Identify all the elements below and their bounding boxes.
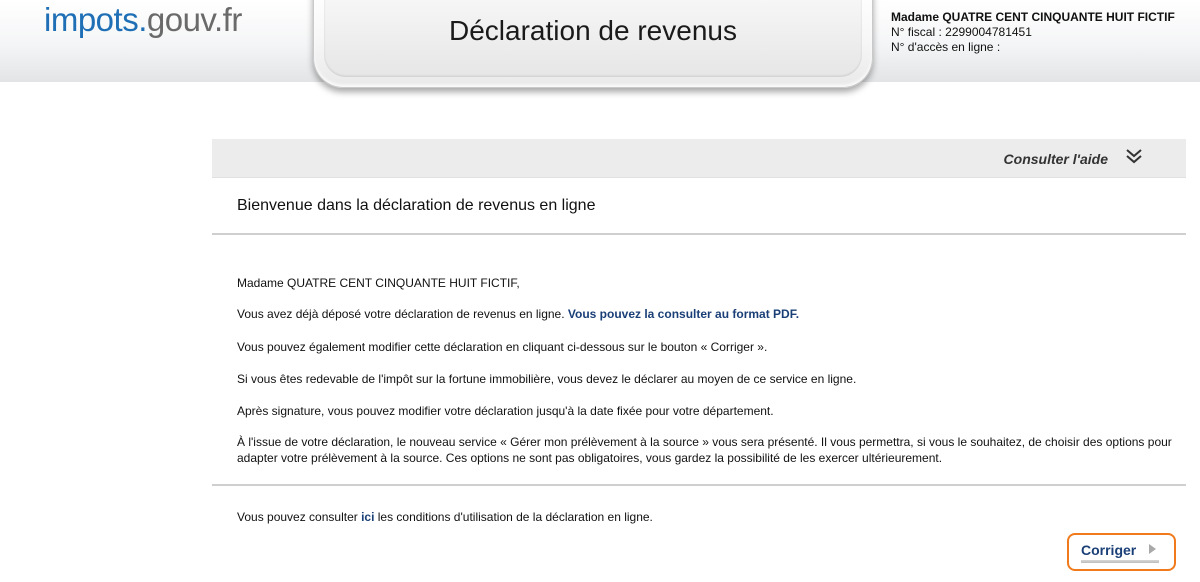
corriger-button[interactable]: Corriger	[1081, 542, 1136, 558]
help-link[interactable]: Consulter l'aide	[1004, 151, 1108, 167]
paragraph-conditions: Vous pouvez consulter ici les conditions…	[237, 509, 1197, 525]
user-info: Madame QUATRE CENT CINQUANTE HUIT FICTIF…	[891, 10, 1175, 55]
greeting-text: Madame QUATRE CENT CINQUANTE HUIT FICTIF…	[237, 276, 520, 290]
corriger-button-focus-ring: Corriger	[1067, 533, 1176, 571]
paragraph-ifi: Si vous êtes redevable de l'impôt sur la…	[237, 372, 857, 386]
conditions-link[interactable]: ici	[361, 510, 374, 524]
paragraph-after-signature: Après signature, vous pouvez modifier vo…	[237, 404, 774, 418]
paragraph-text: Vous pouvez consulter	[237, 510, 362, 524]
welcome-title: Bienvenue dans la déclaration de revenus…	[237, 197, 596, 214]
consult-pdf-link[interactable]: Vous pouvez la consulter au format PDF	[568, 307, 796, 321]
button-underline	[1081, 560, 1159, 563]
paragraph-modify: Vous pouvez également modifier cette déc…	[237, 340, 768, 354]
logo-text-dot: .	[138, 1, 147, 38]
double-chevron-down-icon[interactable]	[1122, 145, 1146, 169]
site-logo[interactable]: impots.gouv.fr	[44, 0, 242, 40]
top-header: impots.gouv.fr Déclaration de revenus Ma…	[0, 0, 1200, 88]
logo-text-impots: impots	[44, 1, 139, 38]
page-title: Déclaration de revenus	[449, 15, 737, 46]
user-name: Madame QUATRE CENT CINQUANTE HUIT FICTIF	[891, 10, 1175, 24]
paragraph-text: Vous avez déjà déposé votre déclaration …	[237, 307, 568, 321]
access-number: N° d'accès en ligne :	[891, 40, 1001, 54]
paragraph-withholding: À l'issue de votre déclaration, le nouve…	[237, 435, 1172, 465]
divider	[212, 484, 1186, 486]
paragraph-already-filed: Vous avez déjà déposé votre déclaration …	[237, 306, 1197, 322]
logo-text-gouv: gouv.fr	[146, 1, 242, 38]
divider	[212, 233, 1186, 235]
link-period: .	[795, 307, 800, 321]
page-title-banner: Déclaration de revenus	[313, 0, 873, 88]
arrow-right-icon	[1149, 544, 1156, 554]
paragraph-text: les conditions d'utilisation de la décla…	[374, 510, 653, 524]
fiscal-number: N° fiscal : 2299004781451	[891, 25, 1032, 39]
help-bar: Consulter l'aide	[212, 139, 1186, 178]
